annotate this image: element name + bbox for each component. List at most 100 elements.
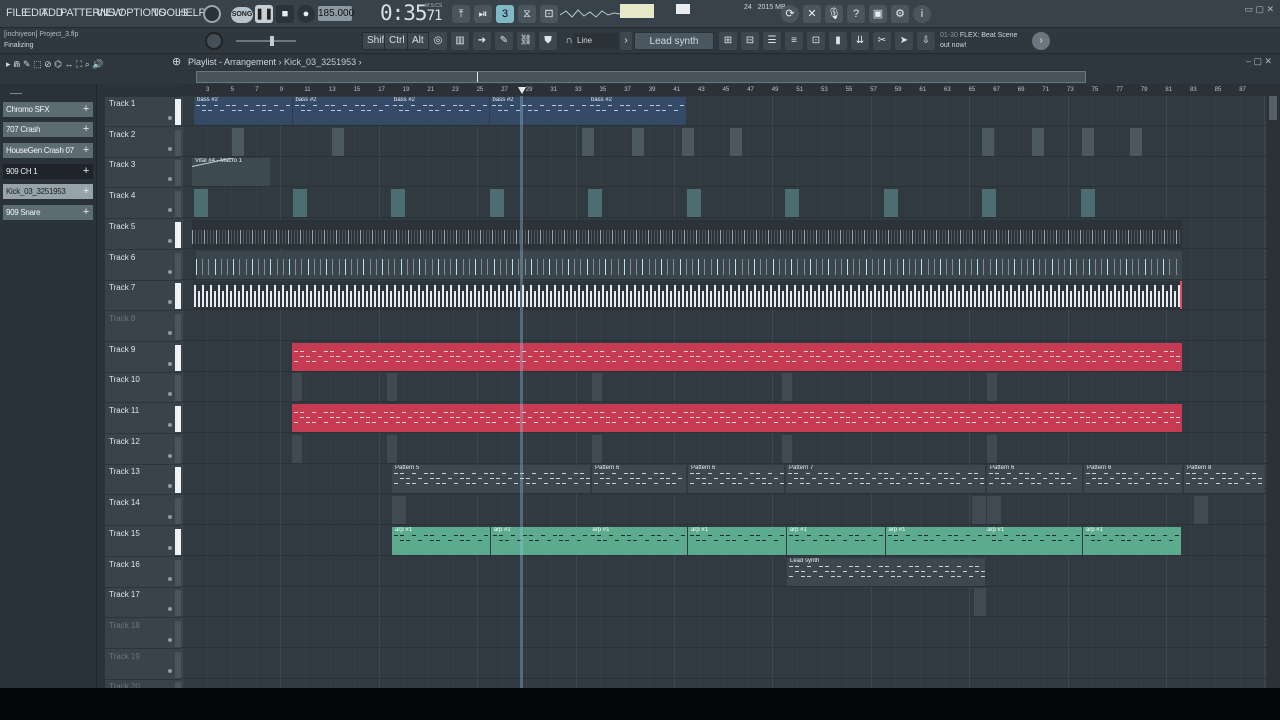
track-mute-strip[interactable] xyxy=(175,498,181,525)
microphone-icon[interactable]: 🎙 xyxy=(825,5,843,23)
track-mute-strip[interactable] xyxy=(175,129,181,156)
track-mute-strip[interactable] xyxy=(175,344,181,371)
pause-icon[interactable]: ❚❚ xyxy=(255,5,273,23)
kick-clip[interactable] xyxy=(292,189,307,218)
fx-clip[interactable] xyxy=(592,434,602,463)
playlist-window-controls[interactable]: ‒ ▢ ✕ xyxy=(1246,56,1272,67)
track-select-dot[interactable] xyxy=(168,330,172,335)
pattern-clip[interactable]: Pattern 6 xyxy=(592,465,686,494)
fx-clip[interactable] xyxy=(292,434,302,463)
playhead[interactable] xyxy=(520,96,523,688)
arp-clip[interactable]: arp #1 xyxy=(589,526,688,555)
add-icon[interactable]: + xyxy=(83,143,89,158)
playlist-grid[interactable]: bass #2 bass #2 bass #2 bass #2 bass #2 Vital… xyxy=(182,96,1267,688)
piano-icon[interactable]: ▥ xyxy=(451,32,469,50)
channel-2[interactable]: 707 Crash + xyxy=(3,122,93,137)
download-icon[interactable]: ⇩ xyxy=(917,32,935,50)
bass-clip[interactable]: bass #2 xyxy=(489,97,588,125)
track-header-9[interactable]: Track 9 xyxy=(105,343,182,373)
master-pitch-handle[interactable] xyxy=(270,36,274,46)
track-select-dot[interactable] xyxy=(168,300,172,305)
channel-6[interactable]: 909 Snare + xyxy=(3,205,93,220)
fx-clip[interactable] xyxy=(987,496,1001,525)
metronome-knob-icon[interactable] xyxy=(203,5,221,23)
channel-4[interactable]: 909 CH 1 + xyxy=(3,164,93,179)
fx-clip[interactable] xyxy=(782,434,792,463)
crash-clip[interactable] xyxy=(682,127,694,156)
kick-clip[interactable] xyxy=(883,189,898,218)
track-select-dot[interactable] xyxy=(168,116,172,120)
playlist-icon[interactable]: ☰ xyxy=(763,32,781,50)
picker-header-icon[interactable] xyxy=(10,84,22,94)
track-header-20[interactable]: Track 20 xyxy=(105,680,182,688)
crash-clip[interactable] xyxy=(632,127,644,156)
track-mute-strip[interactable] xyxy=(175,651,181,678)
kick-clip[interactable] xyxy=(982,189,996,218)
master-volume-knob[interactable] xyxy=(205,32,223,50)
fx-clip[interactable] xyxy=(972,496,986,525)
track-mute-strip[interactable] xyxy=(175,590,181,617)
track-mute-strip[interactable] xyxy=(175,375,181,402)
add-icon[interactable]: + xyxy=(83,184,89,199)
vertical-scrollbar[interactable] xyxy=(1267,84,1280,688)
plugin-icon[interactable]: ⚙ xyxy=(891,5,909,23)
plugin-picker-icon[interactable]: ▮ xyxy=(829,32,847,50)
countdown-icon[interactable]: 3 xyxy=(496,5,514,23)
crash-clip[interactable] xyxy=(582,127,594,156)
perc-clip[interactable] xyxy=(196,250,1182,279)
instrument-prev-icon[interactable]: › xyxy=(620,32,632,50)
playlist-options-icon[interactable]: ⊕ xyxy=(172,55,181,68)
snap-selector[interactable]: Line xyxy=(573,33,618,49)
crash-clip[interactable] xyxy=(332,127,344,156)
bass-clip[interactable]: bass #2 xyxy=(588,97,686,125)
track-mute-strip[interactable] xyxy=(175,252,181,279)
crash-clip[interactable] xyxy=(1032,127,1044,156)
song-mode-button[interactable]: SONG xyxy=(231,7,253,23)
tools-icon[interactable]: ✕ xyxy=(803,5,821,23)
track-select-dot[interactable] xyxy=(168,453,172,458)
track-header-18[interactable]: Track 18 xyxy=(105,619,182,649)
fx-clip[interactable] xyxy=(392,496,406,525)
add-icon[interactable]: + xyxy=(83,122,89,137)
track-mute-strip[interactable] xyxy=(175,467,181,494)
track-header-7[interactable]: Track 7 xyxy=(105,281,182,312)
track-select-dot[interactable] xyxy=(168,177,172,182)
info-icon[interactable]: i xyxy=(913,5,931,23)
track-select-dot[interactable] xyxy=(168,576,172,581)
crash-clip[interactable] xyxy=(1130,127,1142,156)
playlist-overview-scrollbar[interactable] xyxy=(196,71,1086,83)
bird-icon[interactable]: ➤ xyxy=(895,32,913,50)
track-select-dot[interactable] xyxy=(168,607,172,612)
arp-clip[interactable]: arp #1 xyxy=(688,526,787,555)
snapshot-icon[interactable]: ◎ xyxy=(429,32,447,50)
typing-keyboard-icon[interactable]: ⤒ xyxy=(452,5,470,23)
timeline-ruler[interactable]: 3 5 7 9 11 13 15 17 19 21 23 25 27 29 31 33 35 37 39 41 43 45… xyxy=(182,84,1267,96)
master-pitch-slider[interactable] xyxy=(236,40,296,42)
wait-input-icon[interactable]: ⏯ xyxy=(474,5,492,23)
track-select-dot[interactable] xyxy=(168,146,172,151)
kick-clip[interactable] xyxy=(588,189,602,218)
automation-clip[interactable]: Vital #4 - Macro 1 xyxy=(192,158,270,187)
browser-icon[interactable]: ⊡ xyxy=(807,32,825,50)
track-mute-strip[interactable] xyxy=(175,559,181,586)
add-icon[interactable]: + xyxy=(83,205,89,220)
arp-clip[interactable]: arp #1 xyxy=(1082,526,1181,555)
arp-clip[interactable]: arp #1 xyxy=(786,526,885,555)
shaker-clip[interactable] xyxy=(194,281,1182,310)
track-select-dot[interactable] xyxy=(168,515,172,520)
channel-3[interactable]: HouseGen Crash 07 + xyxy=(3,143,93,158)
track-select-dot[interactable] xyxy=(168,392,172,397)
fx-clip[interactable] xyxy=(987,434,997,463)
track-mute-strip[interactable] xyxy=(175,406,181,432)
link-icon[interactable]: ⛓ xyxy=(517,32,535,50)
crash-clip[interactable] xyxy=(730,127,742,156)
channel-rack-icon[interactable]: ⊟ xyxy=(741,32,759,50)
track-header-3[interactable]: Track 3 xyxy=(105,158,182,189)
news-panel[interactable]: 01-30 FLEX: Beat Scene out now! xyxy=(940,31,1017,51)
pattern-clip[interactable]: Pattern 7 xyxy=(786,465,985,494)
hats-clip[interactable] xyxy=(192,219,1182,248)
fx-clip[interactable] xyxy=(1194,496,1208,525)
kick-clip[interactable] xyxy=(489,189,504,218)
fx-clip[interactable] xyxy=(782,373,792,402)
track-select-dot[interactable] xyxy=(168,208,172,213)
